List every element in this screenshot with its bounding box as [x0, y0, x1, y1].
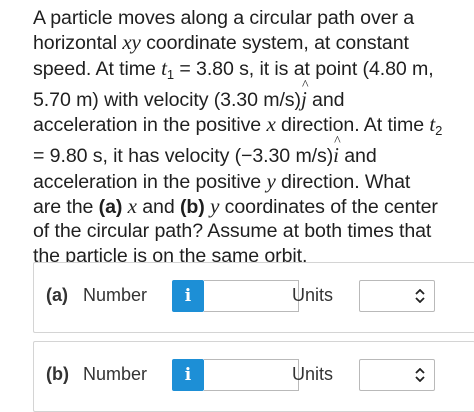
info-icon[interactable]: i [172, 280, 204, 312]
number-label-a: Number [83, 285, 148, 305]
units-label-b: Units [292, 364, 334, 384]
units-select-a[interactable] [359, 280, 435, 312]
question-text: A particle moves along a circular path o… [33, 6, 443, 268]
part-label-b: (b) [46, 364, 69, 384]
chevron-updown-icon [415, 368, 425, 382]
answer-row-b: (b) Number i Units [33, 341, 474, 412]
chevron-updown-icon [415, 289, 425, 303]
units-label-a: Units [292, 285, 334, 305]
answer-row-a: (a) Number i Units [33, 262, 474, 333]
info-icon[interactable]: i [172, 359, 204, 391]
number-input-b[interactable] [204, 359, 299, 391]
number-label-b: Number [83, 364, 148, 384]
part-label-a: (a) [46, 285, 68, 305]
number-input-a[interactable] [204, 280, 299, 312]
units-select-b[interactable] [359, 359, 435, 391]
